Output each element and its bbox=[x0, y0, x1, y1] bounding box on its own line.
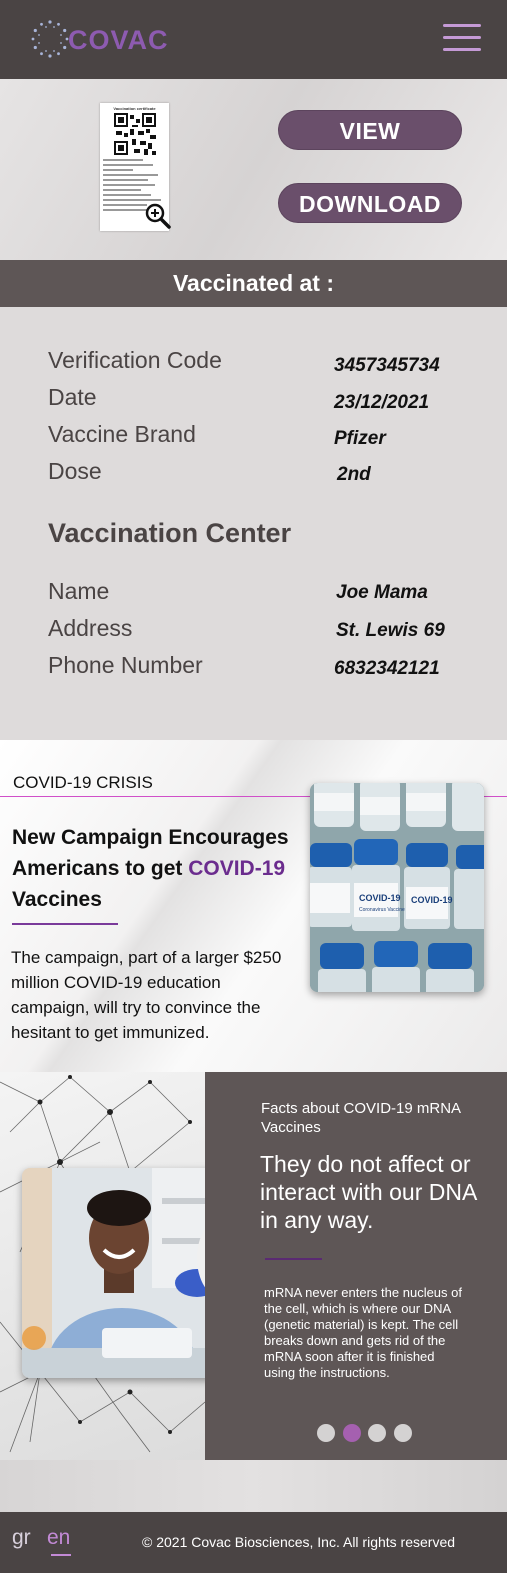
spacer-band bbox=[0, 1460, 507, 1512]
vaccine-brand-value: Pfizer bbox=[334, 428, 386, 449]
certificate-thumbnail-title: Vaccination certificate bbox=[113, 106, 156, 111]
center-name-value: Joe Mama bbox=[336, 582, 428, 603]
news-body: The campaign, part of a larger $250 mill… bbox=[11, 948, 282, 1042]
carousel-dot-2[interactable] bbox=[343, 1424, 361, 1442]
vial-sub-text: Coronavirus Vaccine bbox=[359, 907, 405, 913]
language-en-link[interactable]: en bbox=[47, 1526, 70, 1550]
carousel-dot-1[interactable] bbox=[317, 1424, 335, 1442]
date-value: 23/12/2021 bbox=[334, 392, 430, 413]
facts-section: Facts about COVID-19 mRNA Vaccines They … bbox=[0, 1072, 507, 1460]
dose-value: 2nd bbox=[337, 464, 371, 485]
vaccination-details: Verification Code 3457345734 Date 23/12/… bbox=[0, 307, 507, 740]
news-section: COVID-19 CRISIS New Campaign Encourages … bbox=[0, 740, 507, 1072]
center-phone-label: Phone Number bbox=[48, 652, 203, 678]
center-phone-value: 6832342121 bbox=[334, 658, 440, 679]
qr-code-icon bbox=[114, 113, 156, 155]
logo-ring-icon bbox=[31, 20, 69, 58]
vaccine-brand-label: Vaccine Brand bbox=[48, 421, 196, 447]
zoom-in-icon[interactable] bbox=[145, 203, 171, 229]
download-button[interactable]: DOWNLOAD bbox=[278, 183, 462, 223]
facts-headline: They do not affect or interact with our … bbox=[260, 1151, 477, 1233]
verification-code-value: 3457345734 bbox=[334, 355, 440, 376]
news-title-underline bbox=[12, 923, 118, 925]
facts-body: mRNA never enters the nucleus of the cel… bbox=[264, 1285, 462, 1380]
vaccine-vials-photo: COVID-19 COVID-19 Coronavirus Vaccine bbox=[310, 783, 484, 992]
carousel-dots bbox=[317, 1424, 417, 1444]
certificate-section: Vaccination certificate VIEW DOWNLOAD bbox=[0, 79, 507, 260]
vial-label-text: COVID-19 bbox=[359, 893, 401, 903]
facts-kicker: Facts about COVID-19 mRNA Vaccines bbox=[261, 1100, 461, 1136]
language-en-underline bbox=[51, 1554, 71, 1556]
facts-underline bbox=[265, 1258, 322, 1260]
news-kicker: COVID-19 CRISIS bbox=[13, 773, 153, 792]
footer: gr en © 2021 Covac Biosciences, Inc. All… bbox=[0, 1512, 507, 1573]
view-button[interactable]: VIEW bbox=[278, 110, 462, 150]
vaccinated-at-title: Vaccinated at : bbox=[0, 260, 507, 307]
language-gr-link[interactable]: gr bbox=[12, 1526, 31, 1550]
facts-panel: Facts about COVID-19 mRNA Vaccines They … bbox=[205, 1072, 507, 1460]
logo-text: COVAC bbox=[68, 25, 169, 55]
vaccination-center-title: Vaccination Center bbox=[48, 518, 292, 548]
news-title-highlight: COVID-19 bbox=[188, 857, 286, 880]
center-address-value: St. Lewis 69 bbox=[336, 620, 445, 641]
hamburger-menu-icon[interactable] bbox=[443, 22, 481, 54]
date-label: Date bbox=[48, 384, 97, 410]
center-name-label: Name bbox=[48, 578, 110, 604]
vial-label-text-2: COVID-19 bbox=[411, 895, 453, 905]
copyright-text: © 2021 Covac Biosciences, Inc. All right… bbox=[142, 1534, 456, 1550]
verification-code-label: Verification Code bbox=[48, 347, 222, 373]
carousel-dot-3[interactable] bbox=[368, 1424, 386, 1442]
dose-label: Dose bbox=[48, 458, 102, 484]
center-address-label: Address bbox=[48, 615, 133, 641]
news-title-part2: Vaccines bbox=[12, 888, 102, 911]
news-title[interactable]: New Campaign Encourages Americans to get… bbox=[12, 822, 302, 915]
carousel-dot-4[interactable] bbox=[394, 1424, 412, 1442]
header: COVAC bbox=[0, 0, 507, 79]
logo[interactable]: COVAC bbox=[30, 19, 170, 59]
